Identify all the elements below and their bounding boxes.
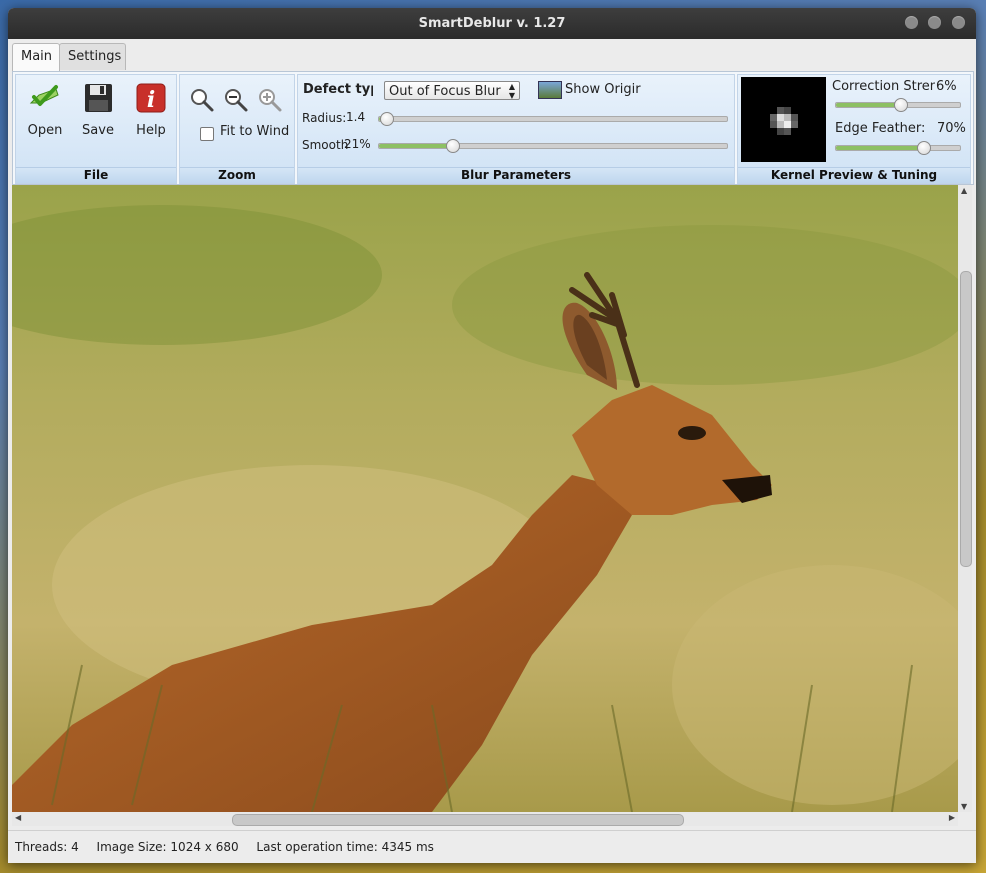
scroll-right-icon[interactable]: ▶ [949,813,955,822]
tab-main[interactable]: Main [12,43,60,72]
app-window: SmartDeblur v. 1.27 Main Settings Open S… [8,8,976,863]
fit-to-window-label: Fit to Wind [220,124,290,139]
status-last-operation: Last operation time: 4345 ms [256,840,434,854]
vertical-scroll-thumb[interactable] [960,271,972,567]
radius-slider[interactable] [378,112,728,126]
smooth-slider-fill [379,144,453,148]
ribbon: Open Save i Help File Fit to Wind Zoom D… [12,71,974,185]
title-bar: SmartDeblur v. 1.27 [8,8,976,39]
status-threads: Threads: 4 [15,840,79,854]
vertical-scrollbar[interactable]: ▲ ▼ [958,185,972,812]
image-thumbnail-icon [538,81,562,99]
horizontal-scroll-thumb[interactable] [232,814,684,826]
zoom-reset-icon[interactable] [189,87,215,113]
help-button[interactable]: i Help [126,81,176,138]
smooth-label: Smooth [302,138,349,152]
kernel-group-label: Kernel Preview & Tuning [738,167,970,183]
close-button[interactable] [952,16,965,29]
radius-label: Radius: [302,111,347,125]
fit-to-window-checkbox[interactable] [200,127,214,141]
zoom-in-icon[interactable] [257,87,283,113]
correction-strength-value: 6% [936,79,957,94]
status-image-size: Image Size: 1024 x 680 [96,840,239,854]
edge-feather-value: 70% [937,121,966,136]
floppy-disk-icon [81,81,115,115]
correction-slider-thumb[interactable] [894,98,909,112]
smooth-slider[interactable] [378,139,728,153]
save-button[interactable]: Save [73,81,123,138]
save-label: Save [82,123,114,138]
show-original-button[interactable]: Show Origir [565,82,641,97]
help-label: Help [136,123,166,138]
svg-text:i: i [147,87,155,113]
edge-slider-thumb[interactable] [916,141,931,155]
zoom-out-icon[interactable] [223,87,249,113]
kernel-preview [741,77,826,162]
deer-photo [12,185,958,812]
correction-slider-fill [836,103,901,107]
edge-feather-slider[interactable] [835,141,961,155]
smooth-value: 21% [344,137,371,151]
open-label: Open [27,123,63,138]
maximize-button[interactable] [928,16,941,29]
defect-type-value: Out of Focus Blur [389,84,501,99]
smooth-slider-thumb[interactable] [446,139,461,153]
updown-arrow-icon: ▲ ▼ [508,82,515,100]
tab-settings[interactable]: Settings [59,43,126,70]
status-bar: Threads: 4 Image Size: 1024 x 680 Last o… [8,830,976,863]
window-title: SmartDeblur v. 1.27 [418,16,566,31]
radius-slider-thumb[interactable] [379,112,394,126]
open-button[interactable]: Open [20,81,70,138]
blur-parameters-group: Defect typ Out of Focus Blur ▲ ▼ Show Ori… [297,74,735,184]
file-group-label: File [16,167,176,183]
zoom-group: Fit to Wind Zoom [179,74,295,184]
open-icon [28,81,62,115]
correction-strength-slider[interactable] [835,98,961,112]
file-group: Open Save i Help File [15,74,177,184]
scroll-down-icon[interactable]: ▼ [961,802,967,811]
blur-parameters-label: Blur Parameters [298,167,734,183]
defect-type-select[interactable]: Out of Focus Blur ▲ ▼ [384,81,520,100]
zoom-group-label: Zoom [180,167,294,183]
info-icon: i [134,81,168,115]
radius-value: 1.4 [346,110,366,124]
kernel-group: Correction Stren 6% Edge Feather: 70% Ke… [737,74,971,184]
image-canvas[interactable] [12,185,958,812]
correction-strength-label: Correction Stren [832,79,935,94]
horizontal-scrollbar[interactable]: ◀ ▶ [12,812,958,826]
edge-slider-fill [836,146,923,150]
defect-type-label: Defect typ [303,82,373,97]
scroll-left-icon[interactable]: ◀ [15,813,21,822]
scroll-up-icon[interactable]: ▲ [961,186,967,195]
edge-feather-label: Edge Feather: [835,121,926,136]
minimize-button[interactable] [905,16,918,29]
